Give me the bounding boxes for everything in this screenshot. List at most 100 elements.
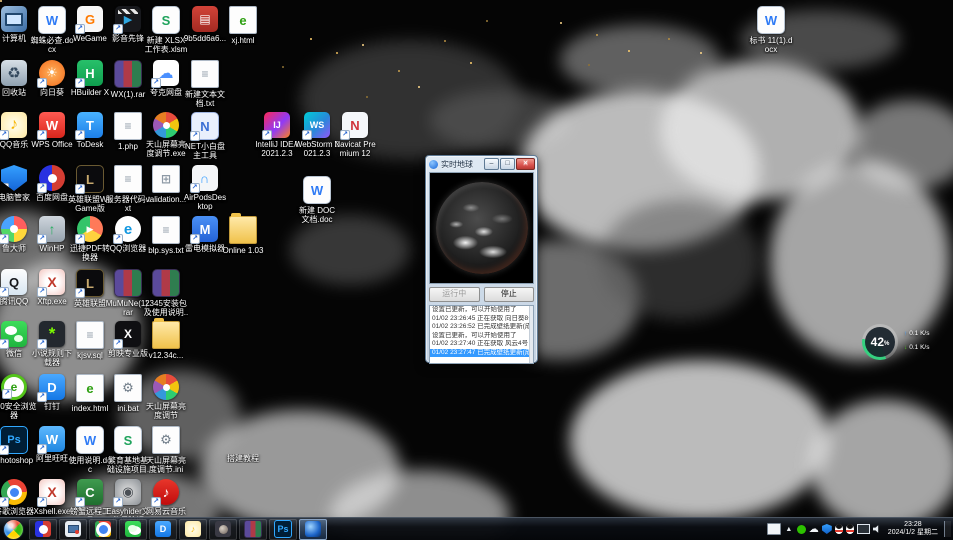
desktop-icon-wps-office[interactable]: WWPS Office xyxy=(33,112,71,149)
desktop-icon-wx-rar[interactable]: WX(1).rar xyxy=(109,60,147,99)
desktop-icon-brightness[interactable]: 天山屏幕亮度调节 xyxy=(147,374,185,420)
speed-gauge-widget[interactable]: 42% 0.1 K/s 0.1 K/s xyxy=(862,323,932,361)
desktop-icon-new-txt[interactable]: ≡新建文本文档.txt xyxy=(186,60,224,108)
wx-rar-icon xyxy=(114,60,142,88)
maximize-button[interactable]: □ xyxy=(500,158,515,170)
taskbar-item-dingtalk[interactable]: D xyxy=(149,519,177,540)
shortcut-arrow-icon xyxy=(37,444,47,454)
close-button[interactable]: ✕ xyxy=(516,158,535,170)
desktop-icon-blp-sys[interactable]: ≡blp.sys.txt xyxy=(147,216,185,255)
icon-label: NET小白盘主工具 xyxy=(182,142,228,160)
taskbar-item-remote-desktop[interactable] xyxy=(59,519,87,540)
desktop-icon-server-txt[interactable]: ≡服务器代码.txt xyxy=(109,165,147,213)
desktop-icon-pdf-converter[interactable]: ▶迅捷PDF转换器 xyxy=(71,216,109,262)
desktop-icon-validation[interactable]: ⊞validation... xyxy=(147,165,185,204)
taskbar-item-baidu-netdisk[interactable] xyxy=(29,519,57,540)
desktop-icon-browser-360[interactable]: e360安全浏览器 xyxy=(0,374,33,420)
desktop-icon-lol[interactable]: L英雄联盟 xyxy=(71,269,109,308)
stop-button[interactable]: 停止 xyxy=(484,287,535,302)
desktop-icon-net-tool[interactable]: NNET小白盘主工具 xyxy=(186,112,224,160)
taskbar-item-photo-app[interactable] xyxy=(209,519,237,540)
icon-label: 天山屏幕亮度调节 xyxy=(143,402,189,420)
minimize-button[interactable]: – xyxy=(484,158,499,170)
display-tray-icon[interactable] xyxy=(857,524,870,534)
gauge-percent-unit: % xyxy=(884,341,889,347)
desktop-icon-brightness-ini[interactable]: ⚙天山屏幕亮度调节.ini xyxy=(147,426,185,474)
show-desktop-button[interactable] xyxy=(944,521,951,537)
desktop-icon-usage-doc[interactable]: W使用说明.doc xyxy=(71,426,109,474)
input-method-icon[interactable] xyxy=(767,523,781,535)
desktop-icon-new-xlsx[interactable]: S新建 XLSX 工作表.xlsm xyxy=(147,6,185,54)
desktop-icon-airpods[interactable]: ∩AirPodsDesktop xyxy=(186,165,224,211)
desktop-icon-dingtalk[interactable]: D钉钉 xyxy=(33,374,71,411)
desktop-icon-navicat[interactable]: NNavicat Premium 12 xyxy=(336,112,374,158)
desktop-icon-php-file[interactable]: ≡1.php xyxy=(109,112,147,151)
start-button[interactable] xyxy=(3,519,24,540)
shortcut-arrow-icon xyxy=(190,234,200,244)
desktop-icon-new-doc[interactable]: W新建 DOC 文档.doc xyxy=(298,176,336,224)
log-scrollbar[interactable] xyxy=(529,306,533,363)
desktop-icon-emulator[interactable]: M雷电模拟器 xyxy=(186,216,224,253)
desktop-icon-todesk[interactable]: TToDesk xyxy=(71,112,109,149)
desktop-icon-hbuilderx[interactable]: HHBuilder X xyxy=(71,60,109,97)
desktop-icon-baidu-netdisk[interactable]: 百度网盘 xyxy=(33,165,71,202)
desktop-icon-mumu-rar[interactable]: MuMuNe(1).rar xyxy=(109,269,147,317)
volume-tray-icon[interactable] xyxy=(873,525,882,534)
desktop-icon-online-folder[interactable]: Online 1.03 xyxy=(224,216,262,255)
desktop-icon-spider-docx[interactable]: W蜘蛛必查.docx xyxy=(33,6,71,54)
taskbar-item-winrar[interactable] xyxy=(239,519,267,540)
desktop-icon-player[interactable]: ▶影音先锋 xyxy=(109,6,147,43)
running-button[interactable]: 运行中 xyxy=(429,287,480,302)
todesk-icon: T xyxy=(77,112,103,138)
log-line-1[interactable]: 设置已更新，可以开始使用了 xyxy=(430,306,533,315)
desktop-icon-xftp[interactable]: XXftp.exe xyxy=(33,269,71,306)
wechat-tray-icon[interactable] xyxy=(797,525,806,534)
taskbar-item-realtime-earth[interactable] xyxy=(299,519,327,540)
desktop-icon-wegame[interactable]: GWeGame xyxy=(71,6,109,43)
log-line-5[interactable]: 01/02 23:27:40 正在获取 风云4号 - 中国 xyxy=(430,340,533,349)
desktop-icon-lol-wegame[interactable]: L英雄联盟WeGame版 xyxy=(71,165,109,213)
qq-tray-icon-2[interactable] xyxy=(846,524,854,534)
desktop-icon-quark-pan[interactable]: ☁夸克网盘 xyxy=(147,60,185,97)
desktop-icon-sunflower[interactable]: ☀向日葵 xyxy=(33,60,71,97)
taskbar-item-photoshop[interactable]: Ps xyxy=(269,519,297,540)
taskbar-clock[interactable]: 23:28 2024/1/2 星期二 xyxy=(885,521,941,537)
log-line-2[interactable]: 01/02 23:26:45 正在获取 向日葵8号 - 日本 xyxy=(430,315,533,324)
taskbar-item-qq-music[interactable]: ♪ xyxy=(179,519,207,540)
validation-icon: ⊞ xyxy=(152,165,180,193)
log-line-6[interactable]: 01/02 23:27:47 已完成壁纸更新(成功) xyxy=(430,349,533,358)
desktop-icon-rar-2345[interactable]: 2345安装包及使用说明.. xyxy=(147,269,185,317)
desktop-icon-tutorial[interactable]: 搭建教程 xyxy=(224,426,262,463)
desktop-icon-xshell[interactable]: XXshell.exe xyxy=(33,479,71,516)
desktop-icon-hash-file[interactable]: ▤9b5dd6a6... xyxy=(186,6,224,43)
desktop-icon-xj-html[interactable]: exj.html xyxy=(224,6,262,45)
desktop-icon-ini-bat[interactable]: ⚙ini.bat xyxy=(109,374,147,413)
desktop-icon-capcut[interactable]: X剪映专业版 xyxy=(109,321,147,358)
qq-tray-icon[interactable] xyxy=(835,524,843,534)
log-list[interactable]: 设置已更新，可以开始使用了01/02 23:26:45 正在获取 向日葵8号 -… xyxy=(429,305,534,364)
desktop-icon-winhp[interactable]: ↑WinHP xyxy=(33,216,71,253)
desktop-icon-v12-folder[interactable]: v12.34c... xyxy=(147,321,185,360)
clock-date: 2024/1/2 星期二 xyxy=(888,529,938,537)
desktop-icon-breeding-xls[interactable]: S繁育基地基础设施项目.xl.. xyxy=(109,426,147,475)
desktop-icon-netease-music[interactable]: ♪网易云音乐 xyxy=(147,479,185,516)
cloud-tray-icon[interactable]: ☁ xyxy=(809,524,819,534)
desktop-icon-webstorm[interactable]: WSWebStorm 2021.2.3 xyxy=(298,112,336,158)
desktop-icon-index-html[interactable]: eindex.html xyxy=(71,374,109,413)
taskbar-item-wechat[interactable] xyxy=(119,519,147,540)
log-line-4[interactable]: 设置已更新，可以开始使用了 xyxy=(430,332,533,341)
hidden-icons-arrow-icon[interactable]: ▲ xyxy=(784,524,794,534)
log-line-3[interactable]: 01/02 23:26:52 已完成壁纸更新(成功) xyxy=(430,323,533,332)
desktop-icon-novel-downloader[interactable]: *小说规则下载器 xyxy=(33,321,71,367)
window-titlebar[interactable]: 实时地球 – □ ✕ xyxy=(426,156,537,171)
desktop-icon-brightness-exe[interactable]: 天山屏幕亮度调节.exe xyxy=(147,112,185,158)
desktop-icon-aliwangwang[interactable]: W阿里旺旺 xyxy=(33,426,71,463)
pc-manager-tray-icon[interactable] xyxy=(822,524,832,534)
xftp-icon: X xyxy=(39,269,65,295)
desktop-icon-kjsv-sql[interactable]: ≡kjsv.sql xyxy=(71,321,109,360)
taskbar-item-chrome[interactable] xyxy=(89,519,117,540)
desktop-icon-bid-docx[interactable]: W标书 11(1).docx xyxy=(752,6,790,54)
desktop-icon-idea[interactable]: IJIntelliJ IDEA 2021.2.3 xyxy=(258,112,296,158)
desktop-icon-qq-browser[interactable]: eQQ浏览器 xyxy=(109,216,147,253)
shortcut-arrow-icon xyxy=(190,131,200,141)
